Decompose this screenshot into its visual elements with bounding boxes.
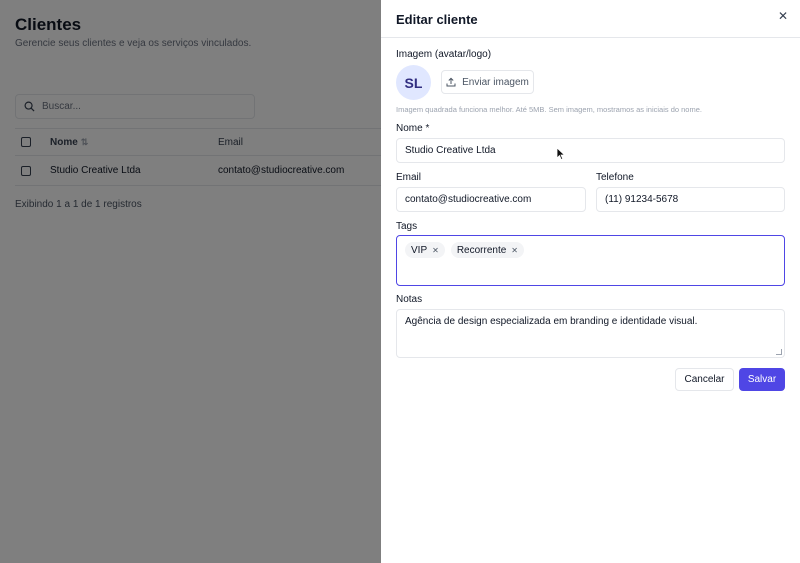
email-label: Email (396, 172, 422, 183)
save-button[interactable]: Salvar (739, 368, 785, 391)
notes-textarea[interactable]: Agência de design especializada em brand… (396, 309, 785, 358)
resize-handle[interactable] (776, 349, 782, 355)
remove-tag-icon[interactable]: ✕ (511, 246, 518, 255)
tag-label: Recorrente (456, 244, 507, 256)
tag-label: VIP (411, 244, 428, 256)
drawer-header: Editar cliente ✕ (381, 0, 800, 38)
remove-tag-icon[interactable]: ✕ (432, 246, 439, 255)
tags-label: Tags (396, 221, 418, 232)
phone-field[interactable]: (11) 91234-5678 (596, 187, 785, 212)
close-icon[interactable]: ✕ (776, 9, 790, 23)
upload-image-button[interactable]: Enviar imagem (441, 70, 534, 94)
mouse-cursor-icon (556, 147, 566, 161)
notes-text: Agência de design especializada em brand… (405, 316, 698, 327)
upload-icon (446, 77, 456, 87)
tag-chip: Recorrente ✕ (450, 242, 524, 258)
image-hint: Imagem quadrada funciona melhor. Até 5MB… (396, 105, 702, 114)
drawer-title: Editar cliente (396, 12, 478, 27)
avatar: SL (396, 65, 431, 100)
image-label: Imagem (avatar/logo) (396, 49, 492, 60)
upload-image-label: Enviar imagem (462, 76, 529, 88)
edit-client-drawer: Editar cliente ✕ Imagem (avatar/logo) SL… (381, 0, 800, 563)
tag-chip: VIP ✕ (405, 242, 445, 258)
tags-input[interactable]: VIP ✕ Recorrente ✕ (396, 235, 785, 286)
cancel-button[interactable]: Cancelar (675, 368, 734, 391)
phone-label: Telefone (596, 172, 634, 183)
email-field[interactable]: contato@studiocreative.com (396, 187, 586, 212)
name-field[interactable]: Studio Creative Ltda (396, 138, 785, 163)
name-label: Nome * (396, 123, 430, 134)
notes-label: Notas (396, 294, 423, 305)
